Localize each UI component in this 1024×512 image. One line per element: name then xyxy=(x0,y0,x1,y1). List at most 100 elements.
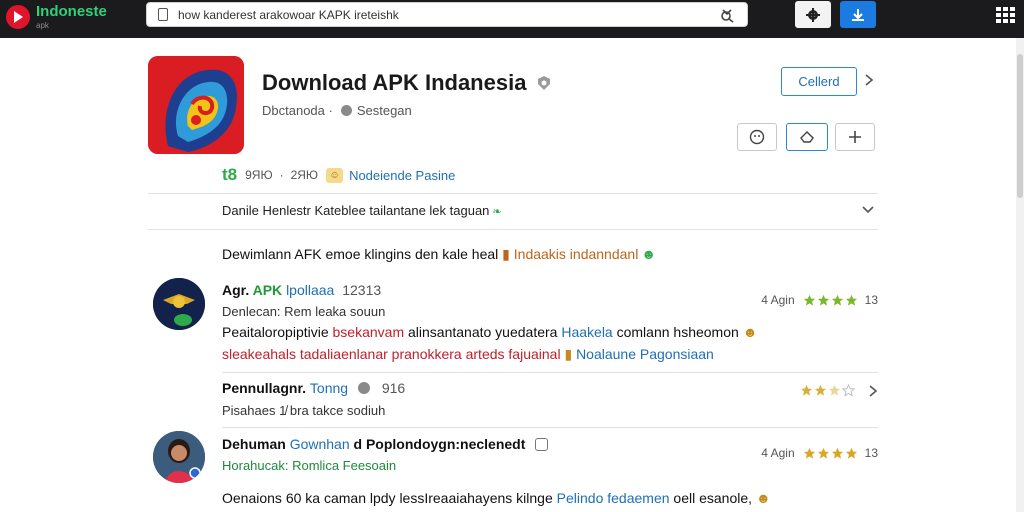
review-title: Agr. APK lpollaaa 12313 xyxy=(222,282,381,298)
review-body-text: Oenaions 60 ka caman lpdy lessIreaaiahay… xyxy=(222,490,553,506)
info-icon xyxy=(357,382,370,394)
developer-name[interactable]: Dbctanoda · xyxy=(262,103,333,118)
star-rating xyxy=(803,447,859,460)
star-icon xyxy=(831,294,843,306)
star-icon xyxy=(817,447,829,459)
review-date: 4 Agin xyxy=(761,446,795,460)
review-number: 12313 xyxy=(342,282,382,298)
review-score: 13 xyxy=(864,446,878,460)
review-body-text: Peaitaloropiptivie xyxy=(222,324,329,340)
install-button[interactable]: Cellerd xyxy=(781,67,857,96)
grid-menu-icon[interactable] xyxy=(996,7,1016,23)
address-bar[interactable]: how kanderest arakowoar KAPK ireteishk xyxy=(146,2,748,27)
gear-icon xyxy=(806,7,820,22)
stat-separator: · xyxy=(279,168,284,182)
review-body-link[interactable]: Pelindo fedaemen xyxy=(557,490,670,506)
review-body-red: sleakeahals tadaliaenlanar pranokkera ar… xyxy=(222,346,561,362)
plus-icon xyxy=(849,131,861,143)
star-icon xyxy=(803,447,815,459)
chevron-down-icon[interactable] xyxy=(861,204,875,216)
category-icon xyxy=(340,105,352,116)
settings-button[interactable] xyxy=(795,1,831,28)
review-subtitle: Horahucak: Romlica Feesoain xyxy=(222,458,397,473)
review-author-rest: d Poplondoygn:neclenedt xyxy=(353,436,526,452)
stat-rating: 9ЯЮ xyxy=(245,168,273,182)
app-icon xyxy=(148,56,244,154)
brand[interactable]: Indoneste apk xyxy=(6,3,107,31)
page-icon xyxy=(158,8,168,21)
review-body-link[interactable]: Noalaune Pagonsiaan xyxy=(576,346,714,362)
star-icon xyxy=(845,294,857,306)
search-icon[interactable] xyxy=(719,7,735,23)
stat-size: 2ЯЮ xyxy=(290,168,319,182)
address-text: how kanderest arakowoar KAPK ireteishk xyxy=(178,7,399,22)
brand-sub: apk xyxy=(36,21,49,30)
review-subtitle: Denlecan: Rem leaka souun xyxy=(222,304,386,319)
badge-square-icon xyxy=(535,438,549,451)
review-author-blue[interactable]: Gownhan xyxy=(290,436,350,452)
review-body-line: sleakeahals tadaliaenlanar pranokkera ar… xyxy=(222,346,714,363)
brand-name: Indoneste xyxy=(36,3,107,20)
category-name[interactable]: Sestegan xyxy=(357,103,412,118)
like-icon xyxy=(800,131,814,143)
review-meta[interactable] xyxy=(792,384,878,397)
star-icon xyxy=(842,384,855,397)
review-body-text: comlann hsheomon xyxy=(616,324,739,340)
review-meta: 4 Agin 13 xyxy=(761,446,878,460)
badge-text[interactable]: Nodeiende Pasine xyxy=(349,168,455,183)
review-author-blue[interactable]: lpollaaa xyxy=(286,282,334,298)
app-logo-icon xyxy=(148,56,244,154)
stat-mark: t8 xyxy=(222,165,238,184)
emoji-button[interactable] xyxy=(737,123,777,151)
chevron-right-icon xyxy=(869,384,878,397)
divider xyxy=(148,229,878,230)
avatar[interactable] xyxy=(153,278,205,330)
review-author[interactable]: Agr. xyxy=(222,282,249,298)
review-body-link[interactable]: Haakela xyxy=(561,324,612,340)
star-icon xyxy=(814,384,827,396)
divider xyxy=(222,427,878,428)
divider xyxy=(222,372,878,373)
summary-highlight[interactable]: Indaakis indanndanl xyxy=(514,246,639,262)
leaf-icon: ❧ xyxy=(492,206,502,218)
review-number: 916 xyxy=(381,380,406,396)
emoji-icon: ☻ xyxy=(755,490,771,506)
star-icon xyxy=(817,294,829,306)
download-button[interactable] xyxy=(840,1,876,28)
review-body-line: Peaitaloropiptivie bsekanvam alinsantana… xyxy=(222,324,757,340)
brand-text: Indoneste apk xyxy=(36,3,107,31)
review-body-line: Oenaions 60 ka caman lpdy lessIreaaiahay… xyxy=(222,490,771,506)
app-stats-row: t8 9ЯЮ · 2ЯЮ ☺ Nodeiende Pasine xyxy=(222,165,455,185)
review-score: 13 xyxy=(864,293,878,307)
description-row[interactable]: Danile Henlestr Kateblee tailantane lek … xyxy=(222,203,502,218)
summary-text: Dewimlann AFK emoe klingins den kale hea… xyxy=(222,246,499,262)
review-author-blue[interactable]: Tonng xyxy=(310,380,348,396)
scroll-thumb[interactable] xyxy=(1017,54,1023,198)
divider xyxy=(148,193,878,194)
add-button[interactable] xyxy=(835,123,875,151)
star-icon xyxy=(803,294,815,306)
review-author[interactable]: Dehuman xyxy=(222,436,286,452)
review-author[interactable]: Pennullagnr. xyxy=(222,380,306,396)
browser-topbar: Indoneste apk how kanderest arakowoar KA… xyxy=(0,0,1024,38)
review-meta: 4 Agin 13 xyxy=(761,293,878,307)
people-icon: ☻ xyxy=(641,246,657,262)
star-icon xyxy=(828,384,841,396)
star-rating xyxy=(800,384,856,397)
star-rating xyxy=(803,294,859,307)
star-icon xyxy=(845,447,857,459)
review-author-green[interactable]: APK xyxy=(253,282,283,298)
description-text: Danile Henlestr Kateblee tailantane lek … xyxy=(222,203,490,218)
avatar[interactable] xyxy=(153,431,205,483)
review-body-text: oell esanole, xyxy=(673,490,753,506)
review-body-text: alinsantanato yuedatera xyxy=(408,324,558,340)
smiley-icon xyxy=(749,129,765,145)
marker-icon: ▮ xyxy=(564,346,573,362)
like-button[interactable] xyxy=(786,123,828,151)
review-subtitle: Pisahaes 1̸ bra takce sodiuh xyxy=(222,403,386,418)
chevron-right-icon[interactable] xyxy=(862,73,876,87)
play-logo-icon xyxy=(6,5,30,29)
reviewer-avatar-icon xyxy=(153,431,205,483)
app-developer-row: Dbctanoda · Sestegan xyxy=(262,103,412,118)
scrollbar[interactable] xyxy=(1016,38,1024,512)
